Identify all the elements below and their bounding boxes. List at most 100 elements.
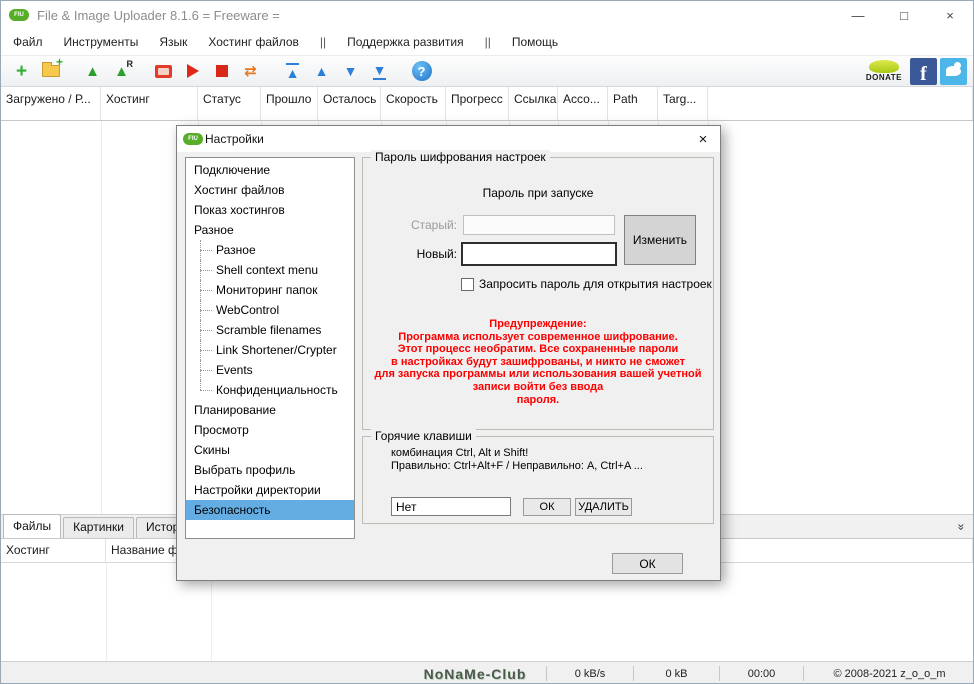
- tree-item-folder-monitoring[interactable]: Мониторинг папок: [186, 280, 354, 300]
- tree-item-privacy[interactable]: Конфиденциальность: [186, 380, 354, 400]
- encryption-warning: Предупреждение: Программа использует сов…: [363, 318, 713, 406]
- tree-item-connection[interactable]: Подключение: [186, 160, 354, 180]
- minimize-icon[interactable]: —: [835, 1, 881, 29]
- menu-separator: ||: [484, 35, 491, 49]
- screenshot-button[interactable]: [149, 58, 178, 85]
- statusbar-size: 0 kB: [665, 667, 688, 680]
- tree-item-events[interactable]: Events: [186, 360, 354, 380]
- facebook-button[interactable]: f: [910, 57, 937, 85]
- settings-tree: Подключение Хостинг файлов Показ хостинг…: [185, 157, 355, 539]
- move-up-icon: ▲: [314, 63, 329, 79]
- column-header-remaining[interactable]: Осталось: [318, 87, 381, 120]
- move-top-button[interactable]: ▲: [278, 58, 307, 85]
- titlebar: FIU File & Image Uploader 8.1.6 = Freewa…: [1, 1, 973, 29]
- menu-help[interactable]: Помощь: [512, 35, 558, 49]
- tree-item-skins[interactable]: Скины: [186, 440, 354, 460]
- statusbar: NoNaMe-Club 0 kB/s 0 kB 00:00 © 2008-202…: [1, 661, 973, 683]
- transfer-button[interactable]: ⇄: [236, 58, 265, 85]
- close-icon[interactable]: ×: [927, 1, 973, 29]
- add-files-button[interactable]: +: [7, 58, 36, 85]
- move-bottom-button[interactable]: ▼: [365, 58, 394, 85]
- column-header-status[interactable]: Статус: [198, 87, 261, 120]
- hotkeys-group: Горячие клавиши комбинация Ctrl, Alt и S…: [362, 429, 714, 524]
- password-group-title: Пароль шифрования настроек: [371, 150, 550, 164]
- warning-line: Этот процесс необратим. Все сохраненные …: [397, 343, 679, 356]
- column-header-uploaded[interactable]: Загружено / Р...: [1, 87, 101, 120]
- warning-title: Предупреждение:: [489, 318, 587, 330]
- plus-icon: +: [15, 60, 28, 82]
- statusbar-copyright: © 2008-2021 z_o_o_m: [833, 667, 946, 680]
- column-header-hosting-bottom[interactable]: Хостинг: [1, 539, 106, 562]
- tree-item-view[interactable]: Просмотр: [186, 420, 354, 440]
- tree-item-webcontrol[interactable]: WebControl: [186, 300, 354, 320]
- tree-item-shell-context-menu[interactable]: Shell context menu: [186, 260, 354, 280]
- column-header-link[interactable]: Ссылка: [509, 87, 558, 120]
- tabs-overflow-icon[interactable]: »: [955, 524, 969, 531]
- tree-item-security[interactable]: Безопасность: [186, 500, 354, 520]
- twitter-button[interactable]: [940, 57, 967, 85]
- tree-item-scheduling[interactable]: Планирование: [186, 400, 354, 420]
- require-password-row: Запросить пароль для открытия настроек: [461, 277, 712, 291]
- tree-item-file-hosting[interactable]: Хостинг файлов: [186, 180, 354, 200]
- statusbar-time: 00:00: [747, 667, 776, 680]
- warning-line: записи войти без ввода: [472, 380, 604, 393]
- stop-icon: [215, 65, 228, 77]
- tree-item-misc[interactable]: Разное: [186, 220, 354, 240]
- dialog-close-icon[interactable]: ×: [692, 131, 714, 148]
- column-header-elapsed[interactable]: Прошло: [261, 87, 318, 120]
- menu-file-hosting[interactable]: Хостинг файлов: [208, 35, 299, 49]
- tab-files[interactable]: Файлы: [3, 514, 62, 538]
- donate-icon: [868, 60, 899, 73]
- column-header-speed[interactable]: Скорость: [381, 87, 446, 120]
- column-header-hosting[interactable]: Хостинг: [101, 87, 198, 120]
- old-password-label: Старый:: [410, 218, 457, 232]
- menu-separator: ||: [319, 35, 327, 49]
- stop-button[interactable]: [207, 58, 236, 85]
- move-down-button[interactable]: ▼: [336, 58, 365, 85]
- hotkey-input[interactable]: [391, 497, 511, 516]
- upload-button[interactable]: ▲: [78, 58, 107, 85]
- change-password-button[interactable]: Изменить: [624, 215, 696, 265]
- new-password-input[interactable]: [461, 242, 617, 266]
- tab-pictures[interactable]: Картинки: [63, 517, 134, 538]
- help-button[interactable]: ?: [407, 58, 436, 85]
- column-header-progress[interactable]: Прогресс: [446, 87, 509, 120]
- upload-icon: ▲: [85, 62, 100, 80]
- settings-dialog: FIU Настройки × Подключение Хостинг файл…: [176, 125, 721, 581]
- menu-support-development[interactable]: Поддержка развития: [347, 35, 463, 49]
- tree-item-select-profile[interactable]: Выбрать профиль: [186, 460, 354, 480]
- maximize-icon[interactable]: □: [881, 1, 927, 29]
- file-list-header: Загружено / Р... Хостинг Статус Прошло О…: [1, 87, 973, 121]
- tree-item-scramble-filenames[interactable]: Scramble filenames: [186, 320, 354, 340]
- capture-button[interactable]: [178, 58, 207, 85]
- statusbar-speed: 0 kB/s: [574, 667, 606, 680]
- dialog-titlebar[interactable]: FIU Настройки ×: [177, 126, 720, 152]
- column-header-path[interactable]: Path: [608, 87, 658, 120]
- move-top-icon: ▲: [285, 62, 300, 81]
- old-password-input: [463, 215, 615, 235]
- swap-arrows-icon: ⇄: [244, 62, 257, 80]
- column-header-target[interactable]: Targ...: [658, 87, 708, 120]
- tree-item-directory-settings[interactable]: Настройки директории: [186, 480, 354, 500]
- donate-button[interactable]: DONATE: [866, 60, 902, 82]
- resume-badge: R: [126, 58, 134, 69]
- hotkey-ok-button[interactable]: ОК: [523, 498, 571, 516]
- password-header: Пароль при запуске: [482, 186, 594, 200]
- move-down-icon: ▼: [343, 63, 358, 79]
- dialog-title: Настройки: [205, 132, 264, 146]
- menu-tools[interactable]: Инструменты: [64, 35, 139, 49]
- upload-resume-button[interactable]: ▲ R: [107, 58, 136, 85]
- dialog-ok-button[interactable]: ОК: [612, 553, 683, 574]
- menu-language[interactable]: Язык: [159, 35, 187, 49]
- tree-item-misc-sub[interactable]: Разное: [186, 240, 354, 260]
- add-folder-button[interactable]: +: [36, 56, 65, 85]
- menu-file[interactable]: Файл: [13, 35, 43, 49]
- window-controls: — □ ×: [835, 1, 973, 29]
- hotkey-delete-button[interactable]: УДАЛИТЬ: [575, 498, 632, 516]
- move-up-button[interactable]: ▲: [307, 58, 336, 85]
- tree-item-link-shortener[interactable]: Link Shortener/Crypter: [186, 340, 354, 360]
- tree-item-show-hostings[interactable]: Показ хостингов: [186, 200, 354, 220]
- require-password-checkbox[interactable]: [461, 277, 474, 291]
- warning-line: для запуска программы или использования …: [374, 368, 702, 381]
- column-header-asso[interactable]: Ассо...: [558, 87, 608, 120]
